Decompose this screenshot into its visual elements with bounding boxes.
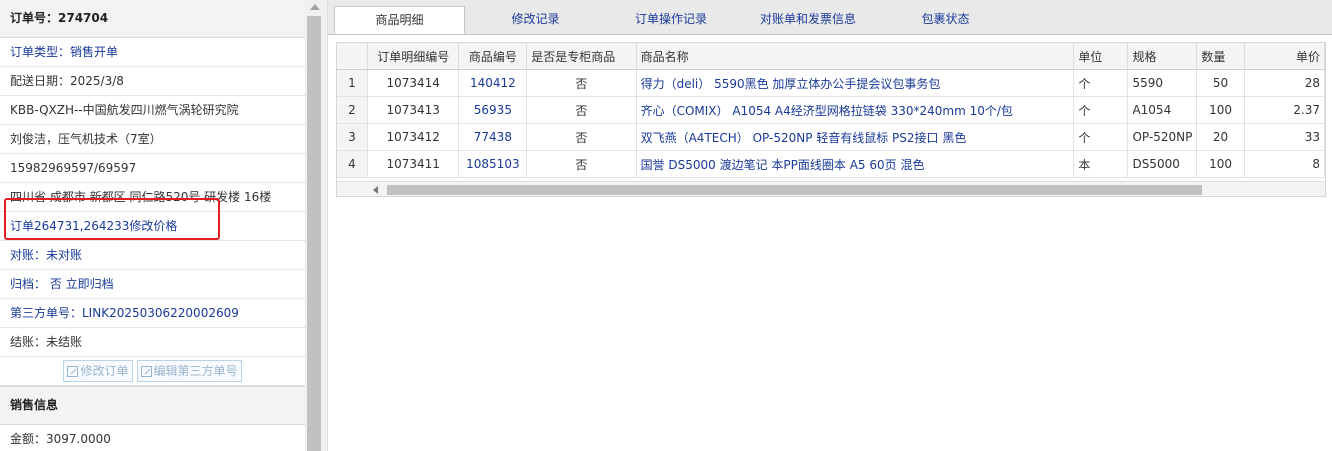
spec-cell: DS5000 [1127, 150, 1198, 178]
scroll-up-icon[interactable] [310, 4, 320, 10]
customer-name: KBB-QXZH--中国航发四川燃气涡轮研究院 [0, 96, 305, 125]
col-header-product-name[interactable]: 商品名称 [636, 43, 1075, 70]
scroll-left-icon[interactable] [373, 186, 378, 194]
detail-id-cell: 1073412 [367, 123, 460, 151]
sales-amount: 金额：3097.0000 [0, 425, 305, 451]
table-header-row: 订单明细编号 商品编号 是否是专柜商品 商品名称 单位 规格 数量 单价 [337, 43, 1325, 70]
horizontal-scrollbar-thumb[interactable] [387, 185, 1202, 195]
row-number: 4 [337, 150, 368, 178]
unit-price-cell: 33 [1244, 123, 1325, 151]
col-header-quantity[interactable]: 数量 [1196, 43, 1245, 70]
unit-price-cell: 28 [1244, 69, 1325, 97]
contact-person: 刘俊洁，压气机技术（7室） [0, 125, 305, 154]
row-number: 1 [337, 69, 368, 97]
order-number-header: 订单号：274704 [0, 0, 305, 38]
contact-phone: 15982969597/69597 [0, 154, 305, 183]
archive-status[interactable]: 归档： 否 立即归档 [0, 270, 305, 299]
tab-product-details[interactable]: 商品明细 [334, 6, 465, 34]
quantity-cell: 100 [1196, 150, 1245, 178]
col-header-unit[interactable]: 单位 [1073, 43, 1129, 70]
product-table: 订单明细编号 商品编号 是否是专柜商品 商品名称 单位 规格 数量 单价 1 1… [337, 43, 1325, 178]
table-row[interactable]: 3 1073412 77438 否 双飞燕（A4TECH） OP-520NP 轻… [337, 123, 1325, 151]
tab-bar: 商品明细 修改记录 订单操作记录 对账单和发票信息 包裹状态 [328, 0, 1332, 35]
product-grid: 订单明细编号 商品编号 是否是专柜商品 商品名称 单位 规格 数量 单价 1 1… [336, 42, 1326, 197]
settlement-status: 结账：未结账 [0, 328, 305, 357]
product-name-link[interactable]: 得力（deli） 5590黑色 加厚立体办公手提会议包事务包 [636, 69, 1075, 97]
counter-cell: 否 [526, 69, 637, 97]
left-panel-scrollbar[interactable] [305, 0, 328, 451]
edit-third-party-number-button[interactable]: 编辑第三方单号 [136, 360, 242, 382]
unit-price-cell: 2.37 [1244, 96, 1325, 124]
spec-cell: OP-520NP [1127, 123, 1198, 151]
detail-panel: 商品明细 修改记录 订单操作记录 对账单和发票信息 包裹状态 订单明细编号 商品… [328, 0, 1332, 451]
col-header-spec[interactable]: 规格 [1127, 43, 1198, 70]
spec-cell: 5590 [1127, 69, 1198, 97]
col-header-counter[interactable]: 是否是专柜商品 [526, 43, 637, 70]
tab-package-status[interactable]: 包裹状态 [898, 6, 993, 34]
quantity-cell: 100 [1196, 96, 1245, 124]
product-id-link[interactable]: 77438 [458, 123, 528, 151]
row-number: 3 [337, 123, 368, 151]
row-number: 2 [337, 96, 368, 124]
table-row[interactable]: 1 1073414 140412 否 得力（deli） 5590黑色 加厚立体办… [337, 69, 1325, 97]
product-name-link[interactable]: 国誉 DS5000 渡边笔记 本PP面线圈本 A5 60页 混色 [636, 150, 1075, 178]
spec-cell: A1054 [1127, 96, 1198, 124]
product-id-link[interactable]: 56935 [458, 96, 528, 124]
counter-cell: 否 [526, 96, 637, 124]
delivery-date: 配送日期：2025/3/8 [0, 67, 305, 96]
table-row[interactable]: 4 1073411 1085103 否 国誉 DS5000 渡边笔记 本PP面线… [337, 150, 1325, 178]
unit-cell: 本 [1073, 150, 1129, 178]
order-action-buttons: 修改订单 编辑第三方单号 [0, 357, 305, 386]
detail-id-cell: 1073413 [367, 96, 460, 124]
unit-cell: 个 [1073, 96, 1129, 124]
product-id-link[interactable]: 140412 [458, 69, 528, 97]
order-info-panel: 订单号：274704 订单类型：销售开单 配送日期：2025/3/8 KBB-Q… [0, 0, 306, 451]
unit-cell: 个 [1073, 69, 1129, 97]
counter-cell: 否 [526, 150, 637, 178]
product-id-link[interactable]: 1085103 [458, 150, 528, 178]
edit-order-button[interactable]: 修改订单 [63, 360, 133, 382]
unit-cell: 个 [1073, 123, 1129, 151]
third-party-order-number: 第三方单号：LINK20250306220002609 [0, 299, 305, 328]
product-name-link[interactable]: 齐心（COMIX） A1054 A4经济型网格拉链袋 330*240mm 10个… [636, 96, 1075, 124]
edit-icon [140, 365, 152, 377]
reconcile-status: 对账：未对账 [0, 241, 305, 270]
edit-third-party-label: 编辑第三方单号 [153, 364, 238, 378]
quantity-cell: 20 [1196, 123, 1245, 151]
col-header-unit-price[interactable]: 单价 [1244, 43, 1325, 70]
sales-info-header: 销售信息 [0, 386, 305, 425]
order-type: 订单类型：销售开单 [0, 38, 305, 67]
col-header-rownum [337, 43, 368, 70]
tab-order-operation-records[interactable]: 订单操作记录 [611, 6, 731, 34]
col-header-product-id[interactable]: 商品编号 [458, 43, 528, 70]
tab-modify-records[interactable]: 修改记录 [478, 6, 593, 34]
product-name-link[interactable]: 双飞燕（A4TECH） OP-520NP 轻音有线鼠标 PS2接口 黑色 [636, 123, 1075, 151]
detail-id-cell: 1073411 [367, 150, 460, 178]
grid-horizontal-scrollbar[interactable] [337, 181, 1325, 196]
unit-price-cell: 8 [1244, 150, 1325, 178]
edit-order-label: 修改订单 [80, 364, 129, 378]
scrollbar-thumb[interactable] [307, 16, 321, 451]
detail-id-cell: 1073414 [367, 69, 460, 97]
col-header-detail-id[interactable]: 订单明细编号 [367, 43, 460, 70]
highlight-box [4, 198, 220, 240]
counter-cell: 否 [526, 123, 637, 151]
quantity-cell: 50 [1196, 69, 1245, 97]
edit-icon [67, 365, 79, 377]
tab-reconciliation-invoice[interactable]: 对账单和发票信息 [738, 6, 878, 34]
table-row[interactable]: 2 1073413 56935 否 齐心（COMIX） A1054 A4经济型网… [337, 96, 1325, 124]
